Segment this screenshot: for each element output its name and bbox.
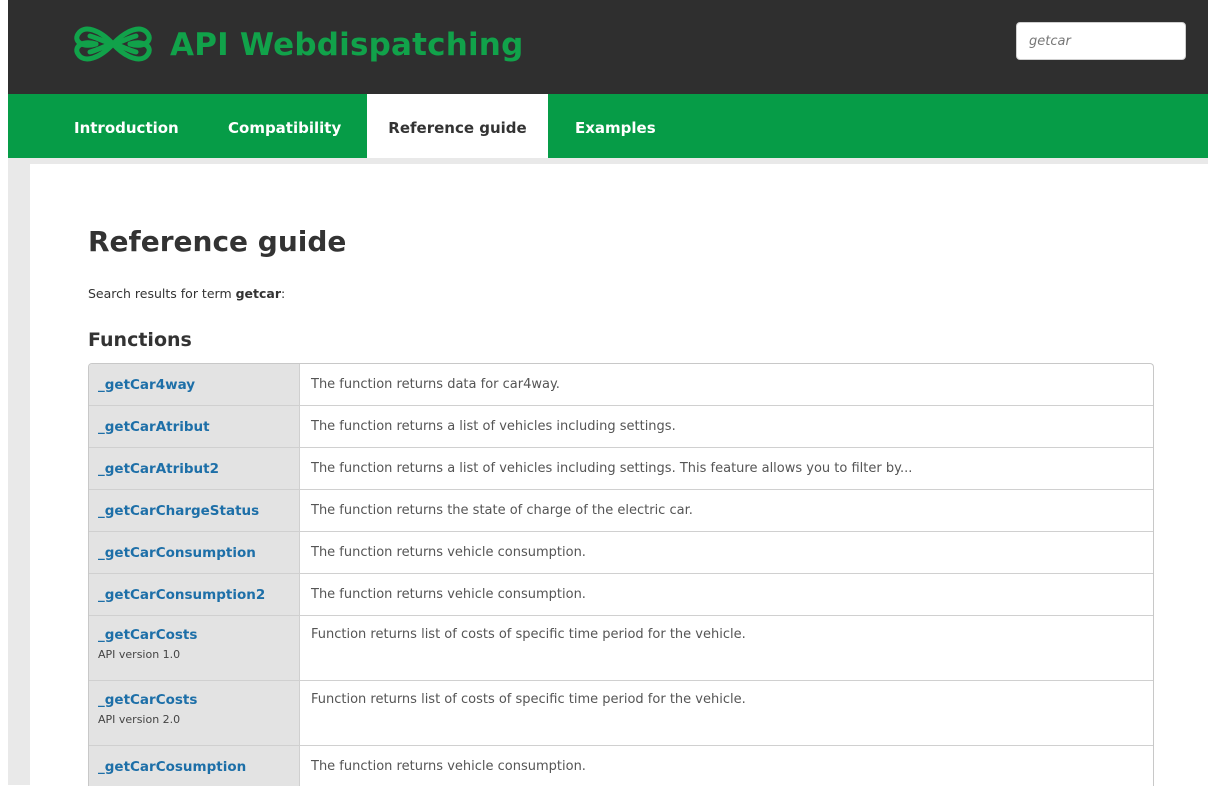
search-term: getcar	[235, 286, 282, 301]
search-result-suffix: :	[281, 286, 286, 301]
table-row: _getCarAtribut2 The function returns a l…	[89, 448, 1153, 490]
function-description: The function returns a list of vehicles …	[311, 461, 913, 476]
function-description: The function returns vehicle consumption…	[311, 545, 586, 560]
function-link[interactable]: _getCarChargeStatus	[98, 502, 299, 520]
tab-examples[interactable]: Examples	[575, 94, 656, 158]
function-name-cell: _getCarChargeStatus	[89, 490, 300, 531]
function-description: Function returns list of costs of specif…	[311, 692, 746, 707]
left-edge-strip	[0, 0, 8, 785]
app-title[interactable]: API Webdispatching	[170, 24, 523, 66]
api-version-label: API version 1.0	[98, 648, 181, 661]
search-result-prefix: Search results for term	[88, 286, 232, 301]
function-description: The function returns data for car4way.	[311, 377, 560, 392]
function-name-cell: _getCarCosts API version 1.0	[89, 616, 300, 680]
function-name-cell: _getCarConsumption2	[89, 574, 300, 615]
table-row: _getCarCosts API version 2.0 Function re…	[89, 681, 1153, 746]
function-link[interactable]: _getCarCosumption	[98, 758, 299, 776]
tab-introduction[interactable]: Introduction	[74, 94, 179, 158]
function-name-cell: _getCarAtribut	[89, 406, 300, 447]
function-link[interactable]: _getCarCosts	[98, 626, 299, 644]
search-input[interactable]	[1016, 22, 1186, 60]
table-row: _getCarCosts API version 1.0 Function re…	[89, 616, 1153, 681]
table-row: _getCarConsumption2 The function returns…	[89, 574, 1153, 616]
functions-table: _getCar4way The function returns data fo…	[88, 363, 1154, 786]
tab-compatibility[interactable]: Compatibility	[228, 94, 341, 158]
function-description: The function returns a list of vehicles …	[311, 419, 676, 434]
api-version-label: API version 2.0	[98, 713, 181, 726]
table-row: _getCarConsumption The function returns …	[89, 532, 1153, 574]
function-name-cell: _getCar4way	[89, 364, 300, 405]
function-link[interactable]: _getCarAtribut2	[98, 460, 299, 478]
function-name-cell: _getCarAtribut2	[89, 448, 300, 489]
function-name-cell: _getCarCosumption	[89, 746, 300, 786]
function-link[interactable]: _getCarConsumption	[98, 544, 299, 562]
function-name-cell: _getCarConsumption	[89, 532, 300, 573]
function-description: Function returns list of costs of specif…	[311, 627, 746, 642]
search-result-text: Search results for term getcar:	[88, 284, 285, 304]
table-row: _getCarChargeStatus The function returns…	[89, 490, 1153, 532]
table-row: _getCarAtribut The function returns a li…	[89, 406, 1153, 448]
function-name-cell: _getCarCosts API version 2.0	[89, 681, 300, 745]
clover-logo-icon[interactable]	[70, 20, 156, 68]
tab-reference-guide[interactable]: Reference guide	[367, 94, 548, 158]
page-title: Reference guide	[88, 225, 347, 258]
function-description: The function returns the state of charge…	[311, 503, 693, 518]
function-link[interactable]: _getCarAtribut	[98, 418, 299, 436]
function-link[interactable]: _getCarCosts	[98, 691, 299, 709]
header-bar: API Webdispatching	[0, 0, 1208, 94]
main-nav: Introduction Compatibility Reference gui…	[8, 94, 1208, 158]
table-row: _getCar4way The function returns data fo…	[89, 364, 1153, 406]
table-row: _getCarCosumption The function returns v…	[89, 746, 1153, 786]
function-link[interactable]: _getCar4way	[98, 376, 299, 394]
function-description: The function returns vehicle consumption…	[311, 759, 586, 774]
section-title-functions: Functions	[88, 329, 192, 351]
function-description: The function returns vehicle consumption…	[311, 587, 586, 602]
function-link[interactable]: _getCarConsumption2	[98, 586, 299, 604]
